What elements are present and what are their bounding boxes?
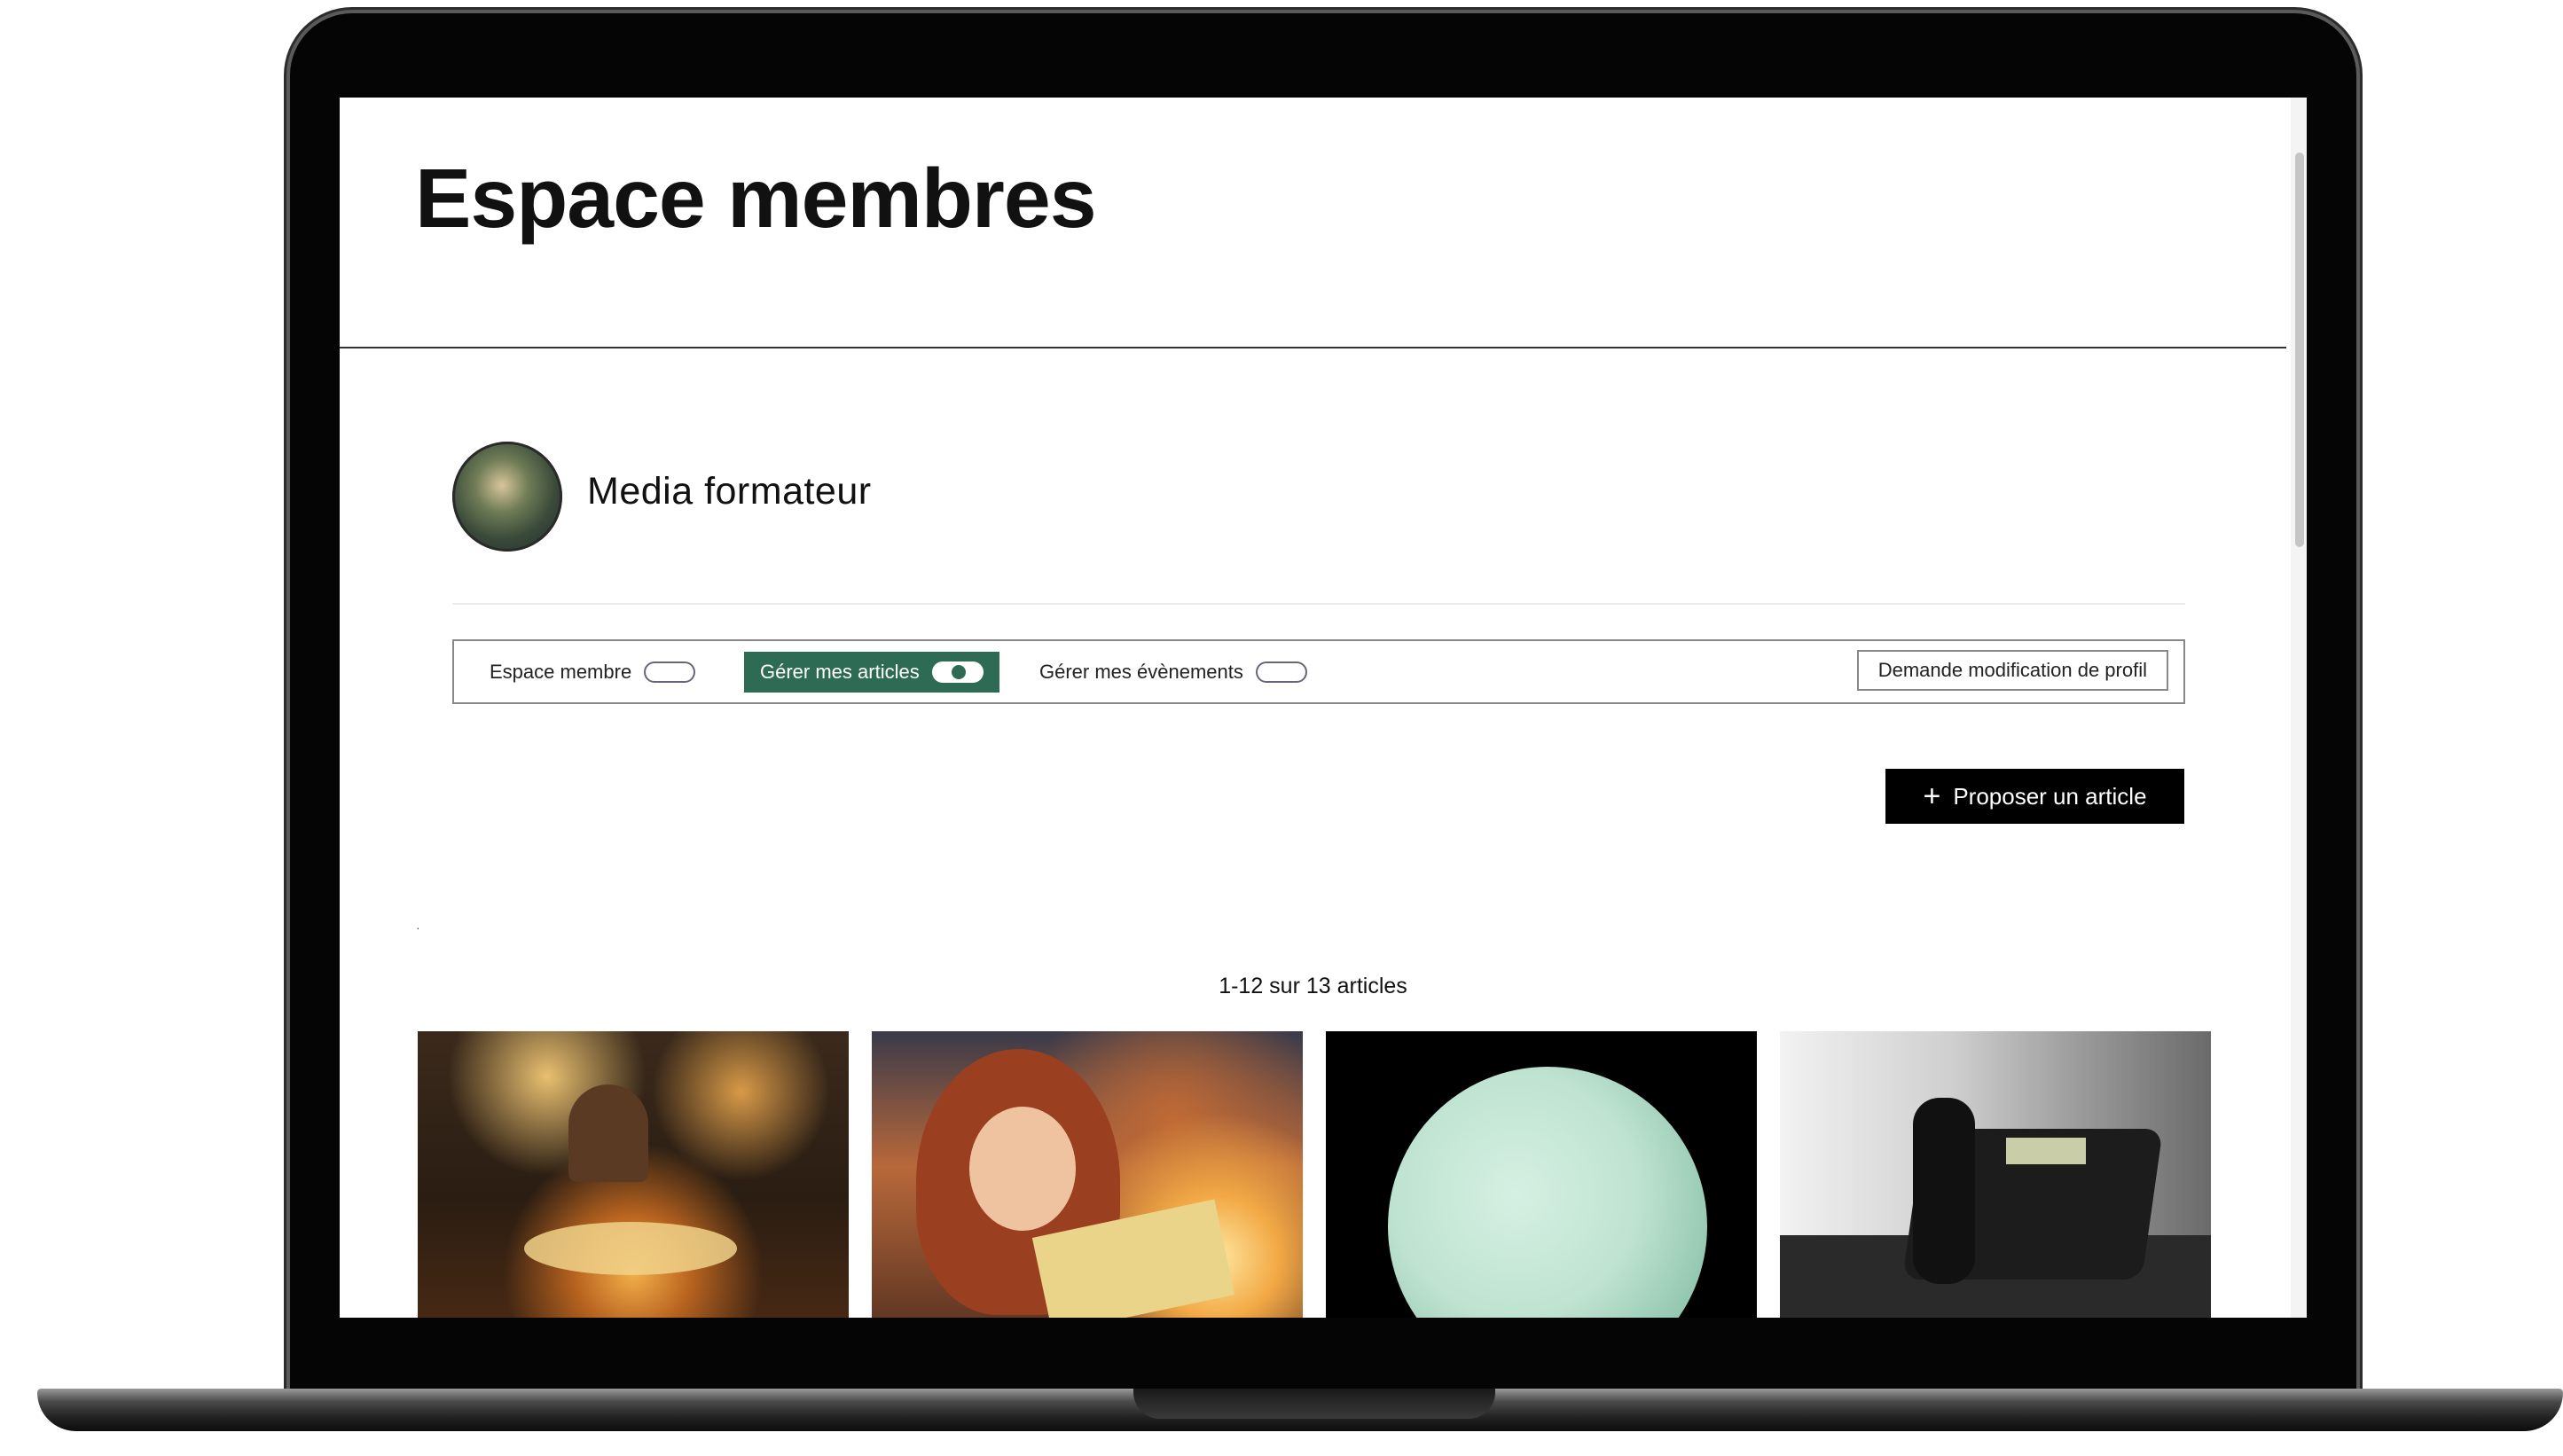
avatar xyxy=(452,442,562,552)
toggle-icon xyxy=(931,661,984,683)
scrollbar-thumb[interactable] xyxy=(2295,153,2304,547)
results-count: 1-12 sur 13 articles xyxy=(1219,974,1407,998)
propose-article-button[interactable]: + Proposer un article xyxy=(1885,769,2184,824)
article-thumbnail xyxy=(1326,1031,1757,1318)
toggle-icon xyxy=(1255,661,1307,683)
article-card[interactable] xyxy=(418,1031,849,1318)
article-card[interactable] xyxy=(1326,1031,1757,1318)
article-thumbnail xyxy=(872,1031,1303,1318)
tab-label: Espace membre xyxy=(490,661,632,683)
tab-gerer-mes-evenements[interactable]: Gérer mes évènements xyxy=(1023,652,1323,693)
profile-divider xyxy=(452,603,2185,605)
profile-modification-button[interactable]: Demande modification de profil xyxy=(1856,650,2168,691)
tab-gerer-mes-articles[interactable]: Gérer mes articles xyxy=(744,652,999,693)
tab-label: Gérer mes évènements xyxy=(1039,661,1243,683)
member-tabs: Espace membre Gérer mes articles Gérer m… xyxy=(452,639,2185,704)
plus-icon: + xyxy=(1923,779,1941,813)
page-title: Espace membres xyxy=(415,152,1097,246)
browser-viewport: Espace membres Media formateur Espace me… xyxy=(340,98,2307,1318)
scrollbar[interactable] xyxy=(2291,98,2307,1318)
header-divider xyxy=(340,347,2286,348)
laptop-notch xyxy=(1133,1389,1495,1419)
article-card[interactable] xyxy=(872,1031,1303,1318)
tab-espace-membre[interactable]: Espace membre xyxy=(474,652,711,693)
article-card[interactable] xyxy=(1780,1031,2211,1318)
stray-mark: · xyxy=(416,920,420,935)
tab-label: Gérer mes articles xyxy=(760,661,920,683)
toggle-icon xyxy=(644,661,696,683)
profile-name: Media formateur xyxy=(587,470,872,513)
propose-article-label: Proposer un article xyxy=(1953,782,2147,810)
article-thumbnail xyxy=(1780,1031,2211,1318)
article-thumbnail xyxy=(418,1031,849,1318)
